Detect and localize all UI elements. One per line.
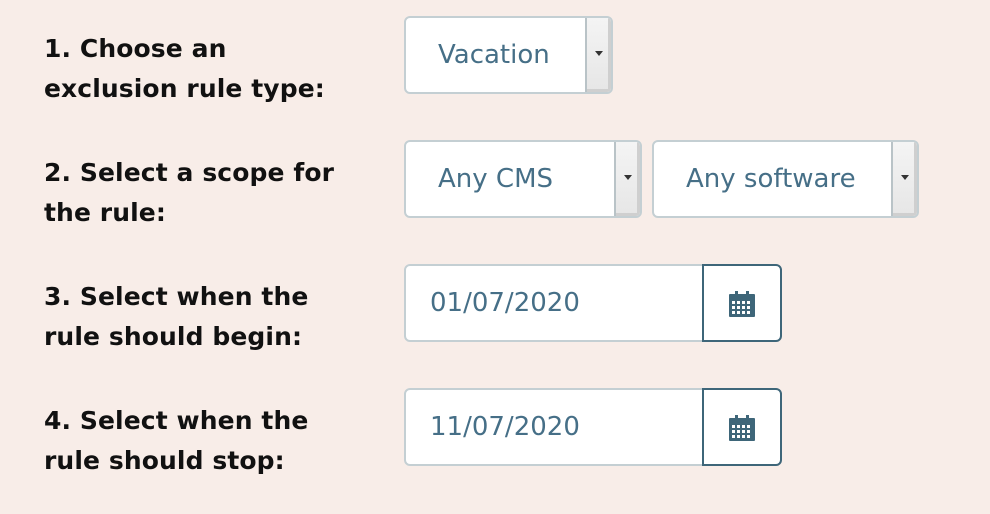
end-date-input[interactable] bbox=[404, 388, 704, 466]
start-date-input[interactable] bbox=[404, 264, 704, 342]
step3-label: 3. Select when the rule should begin: bbox=[44, 282, 309, 351]
cms-scope-value: Any CMS bbox=[438, 164, 554, 194]
cms-scope-select[interactable]: Any CMS bbox=[404, 140, 642, 218]
calendar-icon bbox=[729, 415, 755, 441]
rule-type-select[interactable]: Vacation bbox=[404, 16, 613, 94]
end-date-picker-button[interactable] bbox=[702, 388, 782, 466]
software-scope-value: Any software bbox=[686, 164, 856, 194]
step1-label: 1. Choose an exclusion rule type: bbox=[44, 34, 325, 103]
step2-label: 2. Select a scope for the rule: bbox=[44, 158, 335, 227]
chevron-down-icon[interactable] bbox=[585, 18, 611, 92]
rule-type-value: Vacation bbox=[438, 40, 550, 70]
start-date-picker-button[interactable] bbox=[702, 264, 782, 342]
calendar-icon bbox=[729, 291, 755, 317]
software-scope-select[interactable]: Any software bbox=[652, 140, 919, 218]
chevron-down-icon[interactable] bbox=[891, 142, 917, 216]
step4-label: 4. Select when the rule should stop: bbox=[44, 406, 309, 475]
chevron-down-icon[interactable] bbox=[614, 142, 640, 216]
